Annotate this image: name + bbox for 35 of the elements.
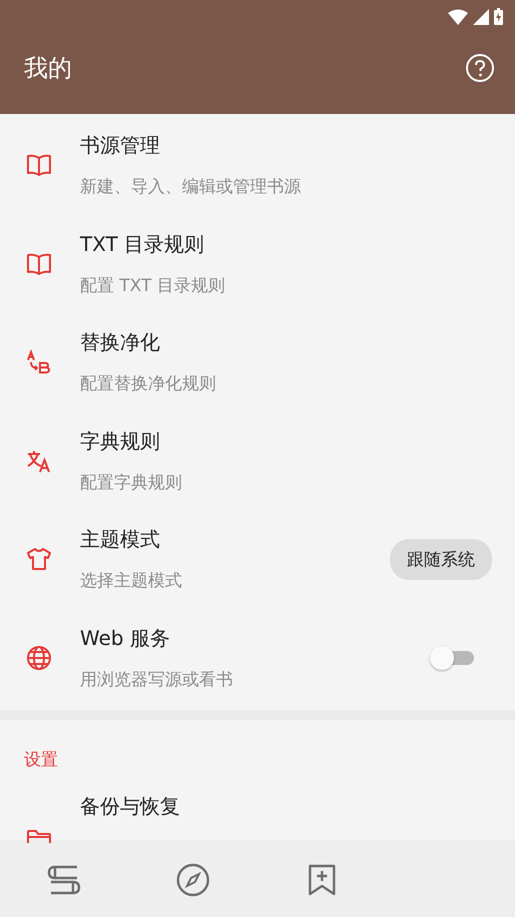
- menu-item[interactable]: 备份与恢复: [0, 793, 515, 843]
- wifi-icon: [448, 8, 468, 24]
- compass-icon[interactable]: [176, 863, 210, 897]
- theme-mode-button[interactable]: 跟随系统: [390, 538, 492, 580]
- book-icon: [26, 252, 52, 275]
- menu-item[interactable]: 主题模式 选择主题模式 跟随系统: [0, 510, 515, 608]
- menu-item[interactable]: Web 服务 用浏览器写源或看书: [0, 608, 515, 707]
- menu-item[interactable]: TXT 目录规则 配置 TXT 目录规则: [0, 214, 515, 313]
- item-subtitle: 新建、导入、编辑或管理书源: [80, 176, 302, 198]
- page-title: 我的: [24, 52, 72, 84]
- shirt-icon: [26, 547, 52, 572]
- item-subtitle: 用浏览器写源或看书: [80, 668, 234, 691]
- item-title: TXT 目录规则: [80, 230, 206, 258]
- menu-item[interactable]: 字典规则 配置字典规则: [0, 412, 515, 510]
- item-subtitle: 选择主题模式: [80, 570, 183, 592]
- bookmark-add-icon[interactable]: [308, 864, 336, 896]
- item-title: Web 服务: [80, 624, 171, 652]
- item-subtitle: 配置字典规则: [80, 472, 183, 494]
- book-icon: [26, 154, 52, 176]
- signal-icon: [473, 8, 489, 24]
- item-title: 字典规则: [80, 428, 161, 455]
- battery-icon: [494, 8, 503, 25]
- bookshelf-icon[interactable]: [47, 865, 82, 895]
- menu-item[interactable]: 替换净化 配置替换净化规则: [0, 313, 515, 412]
- section-header: 设置: [23, 749, 59, 772]
- globe-icon: [26, 644, 52, 671]
- menu-item[interactable]: 书源管理 新建、导入、编辑或管理书源: [0, 116, 515, 214]
- help-icon[interactable]: [465, 52, 495, 82]
- item-subtitle: 配置替换净化规则: [80, 373, 217, 396]
- replace-icon: [26, 349, 52, 376]
- item-title: 书源管理: [80, 132, 161, 160]
- item-subtitle: 配置 TXT 目录规则: [80, 274, 226, 297]
- item-title: 替换净化: [80, 329, 161, 356]
- item-title: 备份与恢复: [80, 793, 181, 820]
- item-title: 主题模式: [80, 526, 161, 554]
